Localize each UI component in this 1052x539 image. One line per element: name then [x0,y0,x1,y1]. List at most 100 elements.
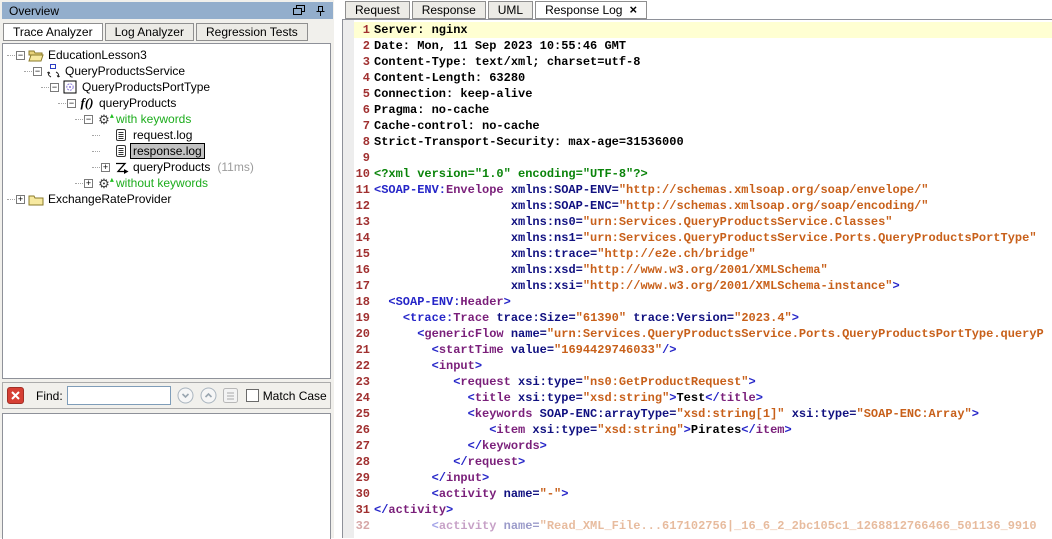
tree-item-label: with keywords [113,111,194,127]
tree-item-with-keywords[interactable]: −⚙▴with keywords [3,111,330,127]
tree-item-exchangerateprovider[interactable]: +ExchangeRateProvider [3,191,330,207]
tab-label: UML [498,3,523,17]
match-case-label: Match Case [263,389,327,403]
line-number: 18 [354,294,370,310]
line-number: 7 [354,118,370,134]
code-line: 25 <keywords SOAP-ENC:arrayType="xsd:str… [343,406,1052,422]
close-tab-icon[interactable]: × [629,5,637,15]
line-number: 31 [354,502,370,518]
tab-regression-tests[interactable]: Regression Tests [196,23,308,41]
code-line: 22 <input> [343,358,1052,374]
code-line: 29 </input> [343,470,1052,486]
tree-connector [75,183,83,184]
line-number: 1 [354,22,370,38]
line-number: 10 [354,166,370,182]
code-line: 12 xmlns:SOAP-ENC="http://schemas.xmlsoa… [343,198,1052,214]
tree-item-request-log[interactable]: request.log [3,127,330,143]
tree-connector [58,103,66,104]
tree-item-label: request.log [130,127,195,143]
code-line: 13 xmlns:ns0="urn:Services.QueryProducts… [343,214,1052,230]
overview-panel: Overview Trace Analyzer Log Analyzer Regre… [0,0,334,538]
tree-spacer [101,131,110,140]
tree-connector [24,71,32,72]
find-next-icon[interactable] [177,387,194,404]
code-line: 11<SOAP-ENV:Envelope xmlns:SOAP-ENV="htt… [343,182,1052,198]
tree-item-educationlesson3[interactable]: −EducationLesson3 [3,47,330,63]
line-number: 6 [354,102,370,118]
tab-trace-analyzer[interactable]: Trace Analyzer [3,23,103,41]
line-number: 28 [354,454,370,470]
panel-titlebar[interactable]: Overview [2,2,333,19]
tree-item-queryproductsservice[interactable]: −QueryProductsService [3,63,330,79]
line-number: 21 [354,342,370,358]
line-number: 9 [354,150,370,166]
line-number: 8 [354,134,370,150]
code-line: 7Cache-control: no-cache [343,118,1052,134]
tree-item-queryproducts[interactable]: −f()queryProducts [3,95,330,111]
expand-icon[interactable]: + [84,179,93,188]
line-number: 27 [354,438,370,454]
line-number: 22 [354,358,370,374]
logfile-icon [112,144,130,158]
code-line: 2Date: Mon, 11 Sep 2023 10:55:46 GMT [343,38,1052,54]
code-line: 1Server: nginx [343,22,1052,38]
code-line: 27 </keywords> [343,438,1052,454]
function-icon: f() [78,95,96,111]
code-line: 5Connection: keep-alive [343,86,1052,102]
tab-label: Regression Tests [206,25,298,39]
tree-item-label: without keywords [113,175,211,191]
code-line: 30 <activity name="-"> [343,486,1052,502]
tree-connector [92,151,100,152]
code-editor[interactable]: 1Server: nginx2Date: Mon, 11 Sep 2023 10… [342,19,1052,538]
code-line: 14 xmlns:ns1="urn:Services.QueryProducts… [343,230,1052,246]
line-number: 14 [354,230,370,246]
tab-response-log[interactable]: Response Log× [535,1,647,19]
code-line: 15 xmlns:trace="http://e2e.ch/bridge" [343,246,1052,262]
tree-item-response-log[interactable]: response.log [3,143,330,159]
close-icon[interactable] [7,387,24,404]
highlight-all-icon[interactable] [223,388,238,403]
collapse-icon[interactable]: − [16,51,25,60]
logfile-icon [112,128,130,142]
right-tab-bar: Request Response UML Response Log× [345,1,649,19]
collapse-icon[interactable]: − [33,67,42,76]
porttype-icon [61,80,79,94]
restore-icon[interactable] [293,5,305,16]
tab-response[interactable]: Response [412,1,486,19]
tree-item-label: queryProducts [96,95,179,111]
code-line: 9 [343,150,1052,166]
duration-badge: (11ms) [217,160,253,174]
tree-connector [92,135,100,136]
tab-log-analyzer[interactable]: Log Analyzer [105,23,194,41]
collapse-icon[interactable]: − [84,115,93,124]
find-bar: Find: Match Case [2,382,331,409]
line-number: 4 [354,70,370,86]
tab-uml[interactable]: UML [488,1,533,19]
tree-item-without-keywords[interactable]: +⚙▴without keywords [3,175,330,191]
tree-item-queryproducts-trace[interactable]: +queryProducts(11ms) [3,159,330,175]
collapse-icon[interactable]: − [50,83,59,92]
code-line: 18 <SOAP-ENV:Header> [343,294,1052,310]
find-prev-icon[interactable] [200,387,217,404]
left-tab-bar: Trace Analyzer Log Analyzer Regression Tes… [3,23,310,41]
empty-panel [2,413,331,539]
tree-item-queryproductsporttype[interactable]: − QueryProductsPortType [3,79,330,95]
tab-request[interactable]: Request [345,1,410,19]
trace-tree[interactable]: −EducationLesson3−QueryProductsService−Q… [2,43,331,379]
tree-item-label: QueryProductsPortType [79,79,213,95]
collapse-icon[interactable]: − [67,99,76,108]
expand-icon[interactable]: + [101,163,110,172]
tree-connector [75,119,83,120]
pin-icon[interactable] [315,5,326,17]
tree-connector [41,87,49,88]
code-line: 20 <genericFlow name="urn:Services.Query… [343,326,1052,342]
find-input[interactable] [67,386,171,405]
expand-icon[interactable]: + [16,195,25,204]
match-case-checkbox[interactable] [246,389,259,402]
folder-open-icon [27,49,45,62]
tab-label: Trace Analyzer [13,25,93,39]
gear-icon: ⚙▴ [95,177,113,190]
tab-label: Request [355,3,400,17]
line-number: 29 [354,470,370,486]
tab-label: Response [422,3,476,17]
